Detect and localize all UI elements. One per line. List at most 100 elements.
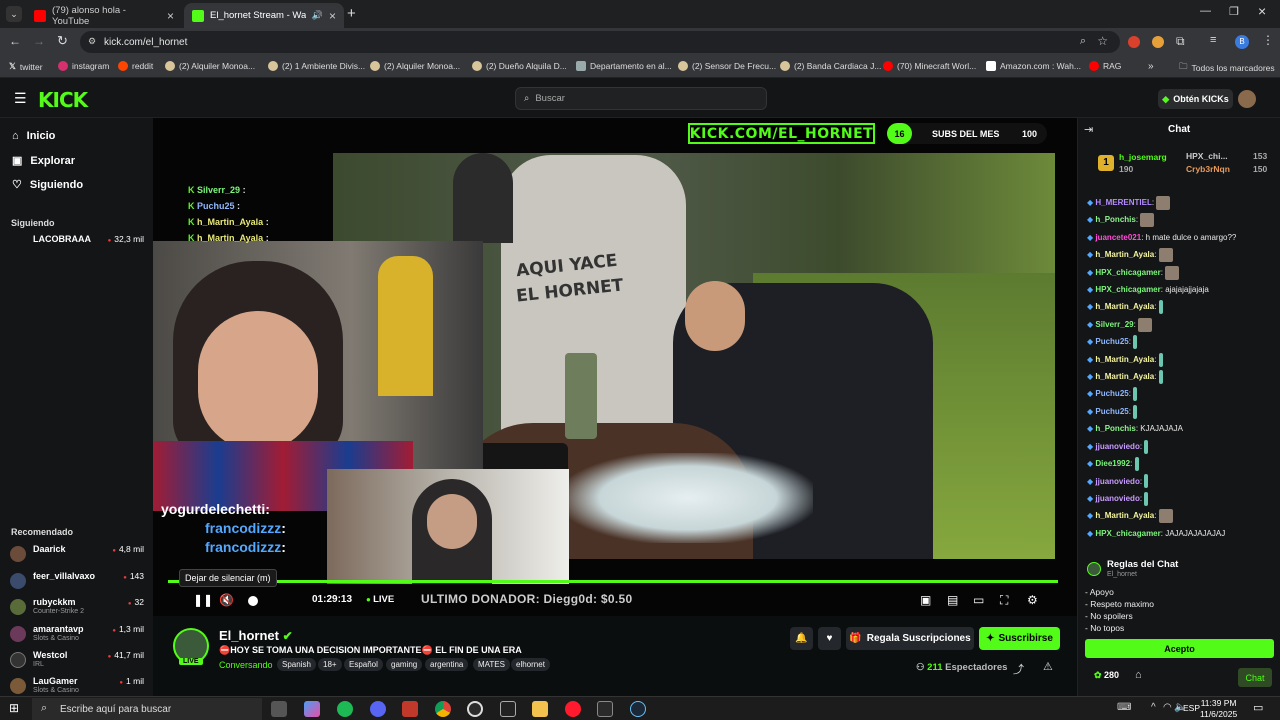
follow-button[interactable]: ♥	[818, 627, 841, 650]
following-channel[interactable]: LACOBRAAA 32,3 mil	[10, 234, 150, 256]
fullscreen-icon[interactable]: ⛶	[1000, 593, 1008, 608]
pause-button[interactable]: ❚❚	[193, 593, 213, 607]
chat-username[interactable]: Diee1992	[1095, 459, 1130, 468]
nav-following[interactable]: ♡ Siguiendo	[12, 178, 83, 192]
bookmark-item[interactable]: Departamento en al...	[576, 61, 672, 71]
tag[interactable]: 18+	[318, 658, 342, 671]
minimize-button[interactable]: —	[1200, 5, 1211, 17]
collapse-chat-icon[interactable]: ⇥	[1084, 123, 1093, 136]
settings-gear-icon[interactable]: ⚙	[1027, 593, 1038, 607]
bookmark-star-icon[interactable]: ☆	[1097, 34, 1108, 48]
recommended-channel[interactable]: Westcol IRL 41,7 mil	[10, 650, 150, 672]
chat-username[interactable]: h_Martin_Ayala	[1095, 355, 1154, 364]
stream-progress-bar[interactable]	[168, 580, 1058, 583]
tag[interactable]: Español	[344, 658, 383, 671]
reading-list-icon[interactable]: ≡	[1210, 34, 1216, 46]
gift-subs-button[interactable]: 🎁 Regala Suscripciones	[846, 627, 974, 650]
more-bookmarks-icon[interactable]: »	[1148, 61, 1154, 72]
chat-username[interactable]: h_Ponchis	[1095, 424, 1135, 433]
chat-username[interactable]: juancete021	[1095, 233, 1141, 242]
chat-username[interactable]: h_Martin_Ayala	[1095, 250, 1154, 259]
system-clock[interactable]: 11:39 PM 11/6/2025	[1200, 698, 1237, 720]
spotify-icon[interactable]	[337, 701, 353, 717]
store-icon[interactable]: ⌂	[1135, 669, 1142, 681]
subscribe-button[interactable]: ✦ Suscribirse	[979, 627, 1060, 650]
close-icon[interactable]: ×	[167, 9, 174, 23]
profile-avatar[interactable]: B	[1235, 35, 1249, 49]
streamer-name[interactable]: El_hornet ✔	[219, 628, 293, 643]
chat-username[interactable]: Silverr_29	[1095, 320, 1133, 329]
menu-icon[interactable]: ⋮	[1262, 33, 1274, 47]
bookmark-item[interactable]: RAG	[1089, 61, 1121, 71]
recommended-channel[interactable]: LauGamer Slots & Casino 1 mil	[10, 676, 150, 698]
tray-chevron-icon[interactable]: ^	[1151, 702, 1156, 713]
live-indicator[interactable]: ● LIVE	[366, 594, 394, 605]
epic-games-icon[interactable]	[597, 701, 613, 717]
chat-username[interactable]: Puchu25	[1095, 407, 1128, 416]
bookmark-item[interactable]: (2) Banda Cardiaca J...	[780, 61, 881, 71]
volume-muted-icon[interactable]: 🔇	[219, 593, 234, 607]
clip-icon[interactable]: ▤	[947, 593, 958, 607]
bookmark-item[interactable]: (2) Alquiler Monoa...	[165, 61, 255, 71]
tab-youtube[interactable]: (79) alonso hola - YouTube ×	[26, 3, 182, 28]
tag[interactable]: argentina	[425, 658, 469, 671]
language-indicator[interactable]: ESP	[1183, 703, 1200, 713]
copilot-icon[interactable]	[304, 701, 320, 717]
site-info-icon[interactable]: ⚙	[88, 36, 96, 47]
restore-button[interactable]: ❐	[1229, 5, 1239, 18]
chat-username[interactable]: H_MERENTIEL	[1095, 198, 1151, 207]
tag[interactable]: gaming	[386, 658, 423, 671]
chat-username[interactable]: jjuanoviedo	[1095, 442, 1139, 451]
bookmark-reddit[interactable]: reddit	[118, 61, 153, 71]
chat-username[interactable]: Puchu25	[1095, 389, 1128, 398]
hamburger-menu-icon[interactable]: ☰	[14, 90, 27, 107]
task-view-icon[interactable]	[271, 701, 287, 717]
discord-icon[interactable]	[370, 701, 386, 717]
bookmark-instagram[interactable]: instagram	[58, 61, 109, 71]
forward-icon[interactable]: →	[33, 34, 45, 48]
recommended-channel[interactable]: Daarick 4,8 mil	[10, 544, 150, 566]
report-icon[interactable]: ⚠	[1043, 660, 1053, 673]
user-avatar[interactable]	[1238, 90, 1256, 108]
get-kicks-button[interactable]: ◆ Obtén KICKs	[1158, 89, 1233, 109]
kick-logo[interactable]: KICK	[38, 88, 88, 112]
url-input[interactable]: ⚙ kick.com/el_hornet ⌕ ☆	[80, 31, 1120, 53]
chat-username[interactable]: h_Ponchis	[1095, 215, 1135, 224]
app-icon[interactable]	[500, 701, 516, 717]
tab-kick[interactable]: El_hornet Stream - Watch L 🔊 ×	[184, 3, 344, 28]
mini-player-icon[interactable]: ▣	[920, 593, 931, 607]
volume-slider-handle[interactable]	[248, 596, 258, 606]
bookmark-item[interactable]: (70) Minecraft Worl...	[883, 61, 976, 71]
notifications-button[interactable]: 🔔	[790, 627, 813, 650]
chat-username[interactable]: h_Martin_Ayala	[1095, 511, 1154, 520]
send-chat-button[interactable]: Chat	[1238, 668, 1272, 687]
bookmark-item[interactable]: (2) Sensor De Frecu...	[678, 61, 776, 71]
recommended-channel[interactable]: feer_villalvaxo 143	[10, 571, 150, 593]
network-icon[interactable]: ◠	[1163, 702, 1172, 713]
tag[interactable]: MATES	[473, 658, 510, 671]
bookmark-item[interactable]: Amazon.com : Wah...	[986, 61, 1081, 71]
zoom-icon[interactable]: ⌕	[1080, 35, 1086, 48]
steam-icon[interactable]	[630, 701, 646, 717]
bookmark-item[interactable]: (2) Dueño Alquila D...	[472, 61, 567, 71]
accept-rules-button[interactable]: Acepto	[1085, 639, 1274, 658]
nav-home[interactable]: ⌂ Inicio	[12, 130, 55, 142]
chat-username[interactable]: HPX_chicagamer	[1095, 268, 1160, 277]
tag[interactable]: Spanish	[277, 658, 316, 671]
bookmark-item[interactable]: (2) Alquiler Monoa...	[370, 61, 460, 71]
extension-icon[interactable]	[1152, 36, 1164, 48]
chat-username[interactable]: jjuanoviedo	[1095, 494, 1139, 503]
extensions-puzzle-icon[interactable]: ⧉	[1176, 34, 1185, 49]
share-icon[interactable]: ⤴	[1013, 661, 1024, 677]
search-input[interactable]: ⌕ Buscar	[515, 87, 767, 110]
theater-mode-icon[interactable]: ▭	[973, 593, 984, 607]
chat-username[interactable]: h_Martin_Ayala	[1095, 302, 1154, 311]
opera-icon[interactable]	[565, 701, 581, 717]
extension-icon[interactable]	[1128, 36, 1140, 48]
recommended-channel[interactable]: amarantavp Slots & Casino 1,3 mil	[10, 624, 150, 646]
file-explorer-icon[interactable]	[532, 701, 548, 717]
obs-icon[interactable]	[467, 701, 483, 717]
nav-explore[interactable]: ▣ Explorar	[12, 154, 75, 168]
video-player[interactable]: KICK.COM/EL_HORNET 16 SUBS DEL MES 100 A…	[153, 118, 1077, 616]
chat-username[interactable]: HPX_chicagamer	[1095, 529, 1160, 538]
